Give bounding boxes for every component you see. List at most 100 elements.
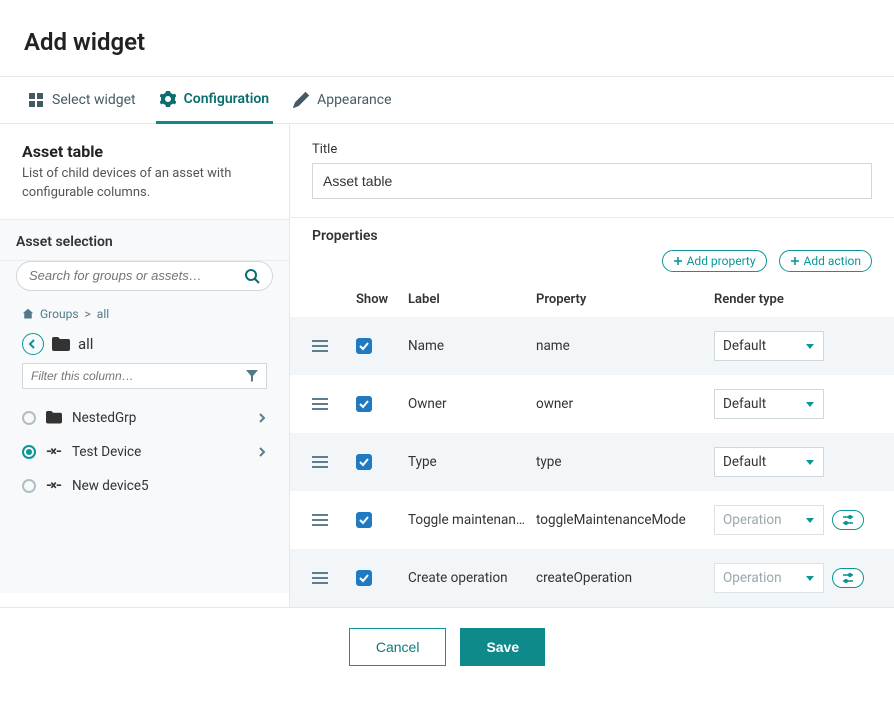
cancel-button[interactable]: Cancel bbox=[349, 628, 447, 666]
edit-row-button[interactable] bbox=[832, 510, 864, 530]
breadcrumb[interactable]: Groups > all bbox=[0, 301, 289, 327]
footer: Cancel Save bbox=[0, 607, 894, 692]
chevron-right-icon[interactable] bbox=[257, 413, 267, 423]
show-checkbox[interactable] bbox=[356, 338, 372, 354]
asset-tree: NestedGrp Test Device bbox=[0, 395, 289, 503]
select-value: Default bbox=[723, 396, 766, 412]
table-row: Toggle maintenance mode toggleMaintenanc… bbox=[290, 491, 894, 549]
drag-handle-icon[interactable] bbox=[312, 571, 328, 585]
cell-property: toggleMaintenanceMode bbox=[536, 512, 706, 528]
select-value: Default bbox=[723, 454, 766, 470]
tree-item-test-device[interactable]: Test Device bbox=[0, 435, 289, 469]
cell-label: Owner bbox=[408, 396, 528, 412]
device-icon bbox=[46, 479, 62, 493]
caret-down-icon bbox=[805, 341, 815, 351]
tree-item-new-device5[interactable]: New device5 bbox=[0, 469, 289, 503]
page-title: Add widget bbox=[0, 0, 894, 76]
add-action-button[interactable]: Add action bbox=[779, 250, 872, 272]
tab-appearance[interactable]: Appearance bbox=[289, 78, 395, 122]
render-type-select[interactable]: Default bbox=[714, 389, 824, 419]
caret-down-icon bbox=[805, 515, 815, 525]
left-column: Asset table List of child devices of an … bbox=[0, 124, 290, 607]
folder-icon bbox=[52, 337, 70, 351]
tab-label: Configuration bbox=[184, 91, 269, 107]
current-group-row: all bbox=[0, 327, 289, 363]
cell-property: type bbox=[536, 454, 706, 470]
tree-item-label: New device5 bbox=[72, 478, 149, 494]
tree-item-label: NestedGrp bbox=[72, 410, 136, 426]
tree-item-label: Test Device bbox=[72, 444, 141, 460]
drag-handle-icon[interactable] bbox=[312, 455, 328, 469]
breadcrumb-sep: > bbox=[85, 307, 91, 321]
drag-handle-icon[interactable] bbox=[312, 513, 328, 527]
current-group-label: all bbox=[78, 335, 93, 353]
select-value: Operation bbox=[723, 570, 782, 586]
cell-label: Create operation bbox=[408, 570, 528, 586]
pill-label: Add action bbox=[804, 254, 861, 268]
save-button[interactable]: Save bbox=[460, 628, 545, 666]
table-row: Owner owner Default bbox=[290, 375, 894, 433]
right-column: Title Properties Add property Add action bbox=[290, 124, 894, 607]
search-input[interactable] bbox=[16, 261, 273, 291]
render-type-select[interactable]: Default bbox=[714, 331, 824, 361]
breadcrumb-groups[interactable]: Groups bbox=[40, 307, 79, 321]
sliders-icon bbox=[842, 572, 854, 584]
cell-property: owner bbox=[536, 396, 706, 412]
folder-icon bbox=[46, 411, 62, 425]
table-row: Type type Default bbox=[290, 433, 894, 491]
plus-icon bbox=[673, 256, 683, 266]
caret-down-icon bbox=[805, 573, 815, 583]
filter-column-input[interactable] bbox=[22, 363, 267, 389]
drag-handle-icon[interactable] bbox=[312, 339, 328, 353]
content-area: Asset table List of child devices of an … bbox=[0, 124, 894, 607]
title-input[interactable] bbox=[312, 163, 872, 199]
search-icon bbox=[244, 268, 260, 284]
chevron-left-icon bbox=[28, 339, 38, 349]
cell-label: Name bbox=[408, 338, 528, 354]
select-value: Operation bbox=[723, 512, 782, 528]
plus-icon bbox=[790, 256, 800, 266]
cell-label: Toggle maintenance mode bbox=[408, 512, 528, 528]
cell-property: createOperation bbox=[536, 570, 706, 586]
tab-label: Appearance bbox=[317, 92, 391, 108]
drag-handle-icon[interactable] bbox=[312, 397, 328, 411]
tab-select-widget[interactable]: Select widget bbox=[24, 78, 140, 122]
tab-label: Select widget bbox=[52, 92, 136, 108]
render-type-select[interactable]: Operation bbox=[714, 505, 824, 535]
title-label: Title bbox=[312, 142, 872, 157]
radio-unselected[interactable] bbox=[22, 479, 36, 493]
table-row: Create operation createOperation Operati… bbox=[290, 549, 894, 607]
properties-heading: Properties bbox=[312, 228, 378, 244]
edit-row-button[interactable] bbox=[832, 568, 864, 588]
show-checkbox[interactable] bbox=[356, 512, 372, 528]
show-checkbox[interactable] bbox=[356, 570, 372, 586]
grid-icon bbox=[28, 92, 44, 108]
breadcrumb-all[interactable]: all bbox=[97, 307, 109, 321]
pencil-icon bbox=[293, 92, 309, 108]
render-type-select[interactable]: Default bbox=[714, 447, 824, 477]
pill-label: Add property bbox=[687, 254, 756, 268]
col-property: Property bbox=[536, 292, 706, 307]
tab-configuration[interactable]: Configuration bbox=[156, 77, 273, 124]
add-property-button[interactable]: Add property bbox=[662, 250, 767, 272]
show-checkbox[interactable] bbox=[356, 454, 372, 470]
col-label: Label bbox=[408, 292, 528, 307]
filter-icon bbox=[246, 370, 258, 382]
col-show: Show bbox=[356, 292, 400, 307]
gear-icon bbox=[160, 91, 176, 107]
show-checkbox[interactable] bbox=[356, 396, 372, 412]
table-header: Show Label Property Render type bbox=[290, 278, 894, 317]
cell-label: Type bbox=[408, 454, 528, 470]
back-button[interactable] bbox=[22, 333, 44, 355]
radio-unselected[interactable] bbox=[22, 411, 36, 425]
tree-item-nestedgrp[interactable]: NestedGrp bbox=[0, 401, 289, 435]
render-type-select[interactable]: Operation bbox=[714, 563, 824, 593]
chevron-right-icon[interactable] bbox=[257, 447, 267, 457]
desc-title: Asset table bbox=[22, 142, 267, 161]
caret-down-icon bbox=[805, 457, 815, 467]
search-field[interactable] bbox=[29, 268, 244, 283]
filter-field[interactable] bbox=[31, 369, 246, 383]
properties-table: Show Label Property Render type Name nam… bbox=[290, 278, 894, 607]
table-row: Name name Default bbox=[290, 317, 894, 375]
radio-selected[interactable] bbox=[22, 445, 36, 459]
